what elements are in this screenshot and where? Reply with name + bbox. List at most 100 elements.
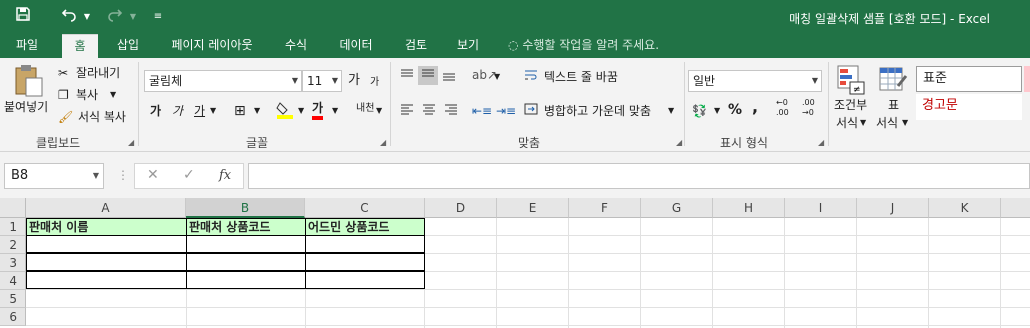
align-left-icon[interactable] [400,102,414,121]
tab-home[interactable]: 홈 [62,34,98,58]
cell-b1[interactable]: 판매처 상품코드 [186,218,306,236]
column-header-k[interactable]: K [929,198,1001,218]
cell-a1[interactable]: 판매처 이름 [26,218,187,236]
underline-button[interactable]: 가 [194,102,205,120]
row-header-1[interactable]: 1 [0,218,26,236]
row-header-4[interactable]: 4 [0,272,26,290]
style-bad[interactable]: 경고문 [916,94,1022,120]
row-header-2[interactable]: 2 [0,236,26,254]
tab-view[interactable]: 보기 [446,34,490,58]
cancel-icon[interactable]: ✕ [147,167,159,183]
align-bottom-icon[interactable] [442,68,456,87]
phonetic-button[interactable]: 내천 [356,100,374,118]
orientation-dropdown-icon[interactable]: ▼ [494,68,500,86]
merge-center-icon[interactable] [524,102,538,121]
fill-color-icon[interactable] [276,100,294,125]
redo-icon[interactable] [104,6,126,28]
conditional-formatting-label-1[interactable]: 조건부 [834,96,867,114]
column-header-partial[interactable] [1001,198,1030,218]
copy-dropdown-icon[interactable]: ▼ [110,86,116,104]
column-header-j[interactable]: J [857,198,929,218]
conditional-dropdown-icon[interactable]: ▼ [860,114,866,132]
grow-font-button[interactable]: 가 [348,72,360,90]
number-launcher-icon[interactable]: ◢ [818,138,824,147]
tab-insert[interactable]: 삽입 [108,34,148,58]
format-painter-button[interactable]: 서식 복사 [78,108,126,126]
font-launcher-icon[interactable]: ◢ [380,138,386,147]
more-options-icon[interactable]: ⋮ [117,168,129,182]
cell-a4[interactable] [26,271,187,289]
undo-icon[interactable] [58,6,80,28]
cell-c4[interactable] [305,271,425,289]
merge-dropdown-icon[interactable]: ▼ [668,102,674,120]
redo-dropdown-icon[interactable]: ▼ [128,6,138,28]
column-header-a[interactable]: A [26,198,186,218]
wrap-text-button[interactable]: 텍스트 줄 바꿈 [544,68,618,86]
copy-icon[interactable]: ❐ [58,86,69,104]
bold-button[interactable]: 가 [150,102,161,120]
align-top-icon[interactable] [400,68,414,87]
align-center-icon[interactable] [422,102,436,121]
borders-dropdown-icon[interactable]: ▼ [254,102,260,120]
formula-input[interactable] [248,163,1030,189]
column-header-e[interactable]: E [497,198,569,218]
undo-dropdown-icon[interactable]: ▼ [82,6,92,28]
column-header-g[interactable]: G [641,198,713,218]
cell-b3[interactable] [186,253,306,271]
column-header-c[interactable]: C [305,198,425,218]
tab-review[interactable]: 검토 [394,34,438,58]
increase-decimal-button[interactable]: ←0 .00 [776,98,798,118]
insert-function-icon[interactable]: fx [219,168,231,183]
tab-file[interactable]: 파일 [4,34,50,58]
italic-button[interactable]: 가 [172,102,183,120]
cell-a2[interactable] [26,235,187,253]
cut-icon[interactable]: ✂ [58,64,68,82]
wrap-text-icon[interactable] [524,68,538,87]
style-gallery-next[interactable] [1024,66,1030,92]
column-header-f[interactable]: F [569,198,641,218]
format-as-table-label-1[interactable]: 표 [888,96,899,114]
row-header-6[interactable]: 6 [0,308,26,326]
copy-button[interactable]: 복사 [76,86,98,104]
customize-qat-icon[interactable]: ≡ [150,6,166,28]
phonetic-dropdown-icon[interactable]: ▼ [376,102,382,120]
select-all-button[interactable] [0,198,26,218]
column-header-d[interactable]: D [425,198,497,218]
style-normal[interactable]: 표준 [916,66,1022,92]
font-color-dropdown-icon[interactable]: ▼ [332,102,338,120]
fill-dropdown-icon[interactable]: ▼ [298,102,304,120]
save-icon[interactable] [12,6,34,28]
decrease-decimal-button[interactable]: .00 →0 [802,98,824,118]
cell-b4[interactable] [186,271,306,289]
column-header-i[interactable]: I [785,198,857,218]
font-size-select[interactable]: 11 ▼ [302,70,342,92]
table-dropdown-icon[interactable]: ▼ [902,114,908,132]
decrease-indent-icon[interactable]: ⇤≡ [472,102,492,120]
conditional-formatting-label-2[interactable]: 서식 [836,114,858,132]
align-right-icon[interactable] [444,102,458,121]
name-box[interactable]: B8 ▼ [4,163,104,189]
percent-button[interactable]: % [728,101,742,119]
font-name-select[interactable]: 굴림체 ▼ [144,70,302,92]
accounting-format-icon[interactable]: 💱 [692,102,707,120]
row-header-3[interactable]: 3 [0,254,26,272]
accounting-dropdown-icon[interactable]: ▼ [714,102,720,120]
cell-a3[interactable] [26,253,187,271]
format-as-table-label-2[interactable]: 서식 [876,114,898,132]
comma-button[interactable]: , [752,98,758,116]
cell-b2[interactable] [186,235,306,253]
format-painter-icon[interactable]: 🖌 [58,108,73,126]
column-header-h[interactable]: H [713,198,785,218]
cell-c3[interactable] [305,253,425,271]
cell-c2[interactable] [305,235,425,253]
tab-formulas[interactable]: 수식 [276,34,316,58]
number-format-select[interactable]: 일반 ▼ [688,70,822,92]
align-middle-icon[interactable] [418,66,438,85]
font-color-button[interactable]: 가 [312,100,324,120]
column-header-b[interactable]: B [186,198,305,218]
row-header-5[interactable]: 5 [0,290,26,308]
merge-center-button[interactable]: 병합하고 가운데 맞춤 [544,102,651,120]
alignment-launcher-icon[interactable]: ◢ [676,138,682,147]
enter-icon[interactable]: ✓ [183,167,195,183]
cut-button[interactable]: 잘라내기 [76,64,120,82]
